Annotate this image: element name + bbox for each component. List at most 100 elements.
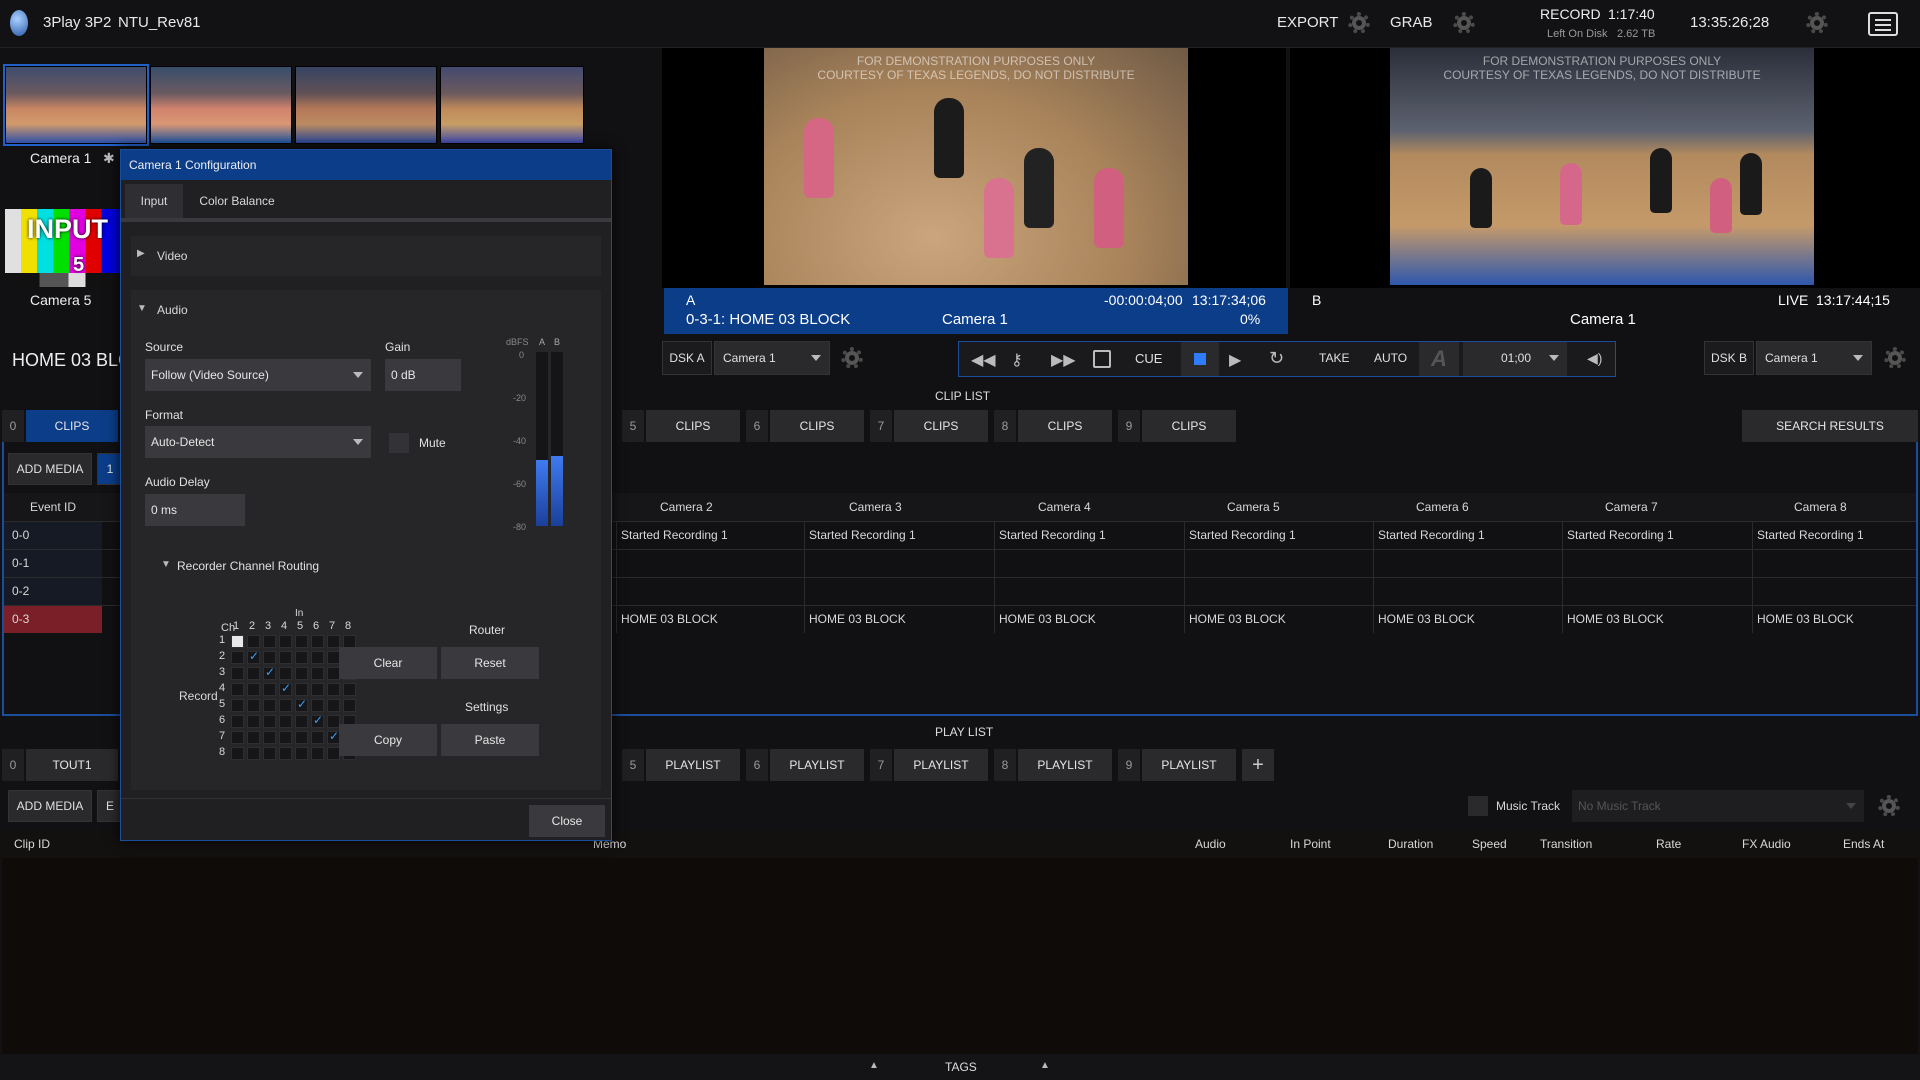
grab-button[interactable]: GRAB [1390,14,1433,31]
clip-cell[interactable] [804,550,990,577]
matrix-cell[interactable] [231,699,244,712]
transition-icon[interactable]: A [1419,342,1459,376]
previous-icon[interactable]: ◀◀ [971,350,996,370]
matrix-cell[interactable] [231,683,244,696]
clip-cell[interactable] [1184,550,1370,577]
matrix-cell[interactable] [247,699,260,712]
matrix-cell[interactable] [263,699,276,712]
mute-checkbox[interactable] [389,433,409,453]
play-tab-7[interactable]: PLAYLIST [894,749,988,781]
matrix-cell[interactable] [343,683,356,696]
matrix-cell[interactable] [247,667,260,680]
matrix-cell[interactable] [295,667,308,680]
tab-input[interactable]: Input [125,184,183,218]
matrix-cell[interactable] [263,715,276,728]
play-tab-8-num[interactable]: 8 [994,749,1016,781]
matrix-cell[interactable] [231,731,244,744]
matrix-cell[interactable]: ✓ [263,665,276,680]
camera-4-thumbnail[interactable] [440,66,584,144]
matrix-cell[interactable]: ✓ [295,697,308,712]
copy-button[interactable]: Copy [339,724,437,756]
add-playlist-plus-icon[interactable]: + [1242,749,1274,781]
matrix-cell[interactable]: ✓ [311,713,324,728]
tags-up-right-icon[interactable]: ▲ [1040,1060,1050,1071]
export-settings-gear-icon[interactable] [1348,12,1370,34]
format-select[interactable]: Auto-Detect [145,426,371,458]
play-tab-6-num[interactable]: 6 [746,749,768,781]
matrix-cell[interactable] [231,715,244,728]
gain-input[interactable]: 0 dB [385,359,461,391]
matrix-cell[interactable] [311,731,324,744]
clip-cell[interactable]: HOME 03 BLOCK [1562,606,1748,633]
reset-button[interactable]: Reset [441,647,539,679]
matrix-cell[interactable] [295,651,308,664]
clip-cell[interactable]: HOME 03 BLOCK [1373,606,1559,633]
clip-tab-7[interactable]: CLIPS [894,410,988,442]
next-icon[interactable]: ▶▶ [1051,350,1076,370]
clip-cell[interactable]: Started Recording 1 [804,522,990,549]
matrix-cell[interactable]: ✓ [247,649,260,664]
clip-cell[interactable] [1184,578,1370,605]
camera-3-thumbnail[interactable] [295,66,437,144]
matrix-cell[interactable] [311,651,324,664]
volume-icon[interactable]: ◀) [1587,350,1602,367]
matrix-cell[interactable] [327,683,340,696]
key-icon[interactable]: ⚷ [1011,350,1023,370]
clip-cell[interactable]: HOME 03 BLOCK [616,606,802,633]
clip-tab-5[interactable]: CLIPS [646,410,740,442]
clip-cell[interactable]: HOME 03 BLOCK [804,606,990,633]
dsk-a-source-select[interactable]: Camera 1 [714,341,830,375]
duration-select[interactable]: 01;00 [1463,342,1567,376]
clip-tab-8[interactable]: CLIPS [1018,410,1112,442]
matrix-cell[interactable] [247,747,260,760]
dsk-b-source-select[interactable]: Camera 1 [1756,341,1872,375]
clip-tab-6[interactable]: CLIPS [770,410,864,442]
clip-cell[interactable] [616,550,802,577]
matrix-cell[interactable] [327,699,340,712]
play-tab-5[interactable]: PLAYLIST [646,749,740,781]
dsk-b-gear-icon[interactable] [1884,347,1906,369]
clip-cell[interactable]: HOME 03 BLOCK [1184,606,1370,633]
matrix-cell[interactable] [295,683,308,696]
matrix-cell[interactable] [295,731,308,744]
chat-icon[interactable] [1868,12,1898,36]
matrix-cell[interactable] [311,699,324,712]
matrix-cell[interactable] [231,747,244,760]
camera-5-thumbnail[interactable]: INPUT 5 [5,209,120,287]
auto-button[interactable]: AUTO [1374,351,1407,365]
play-add-media-button[interactable]: ADD MEDIA [8,790,92,822]
music-track-gear-icon[interactable] [1878,795,1900,817]
clock-settings-gear-icon[interactable] [1806,12,1828,34]
matrix-cell[interactable] [247,715,260,728]
matrix-cell[interactable] [231,651,244,664]
matrix-cell[interactable] [311,747,324,760]
play-tab-8[interactable]: PLAYLIST [1018,749,1112,781]
clip-cell[interactable] [1562,578,1748,605]
matrix-cell[interactable] [311,667,324,680]
source-select[interactable]: Follow (Video Source) [145,359,371,391]
matrix-cell[interactable] [279,667,292,680]
video-section-header[interactable]: ▶ Video [131,236,601,276]
tab-color-balance[interactable]: Color Balance [187,184,287,218]
clip-cell[interactable]: Started Recording 1 [1562,522,1748,549]
play-icon[interactable]: ▶ [1229,350,1241,370]
clip-cell[interactable] [616,578,802,605]
event-id-cell[interactable]: 0-0 [4,522,102,549]
clip-cell[interactable] [1373,578,1559,605]
play-tab-9-num[interactable]: 9 [1118,749,1140,781]
camera-2-thumbnail[interactable] [150,66,292,144]
clip-cell[interactable]: Started Recording 1 [616,522,802,549]
clip-tab-0-num[interactable]: 0 [2,410,24,442]
clip-tab-9-num[interactable]: 9 [1118,410,1140,442]
play-tab-6[interactable]: PLAYLIST [770,749,864,781]
record-label[interactable]: RECORD [1540,6,1601,22]
clip-tab-6-num[interactable]: 6 [746,410,768,442]
music-track-select[interactable]: No Music Track [1572,790,1864,822]
matrix-cell[interactable] [263,635,276,648]
audio-collapse-icon[interactable]: ▼ [137,303,147,314]
clip-cell[interactable]: HOME 03 BLOCK [1752,606,1920,633]
clip-cell[interactable] [1752,550,1920,577]
clip-add-media-button[interactable]: ADD MEDIA [8,453,92,485]
event-id-cell[interactable]: 0-3 [4,606,102,633]
event-id-cell[interactable]: 0-2 [4,578,102,605]
